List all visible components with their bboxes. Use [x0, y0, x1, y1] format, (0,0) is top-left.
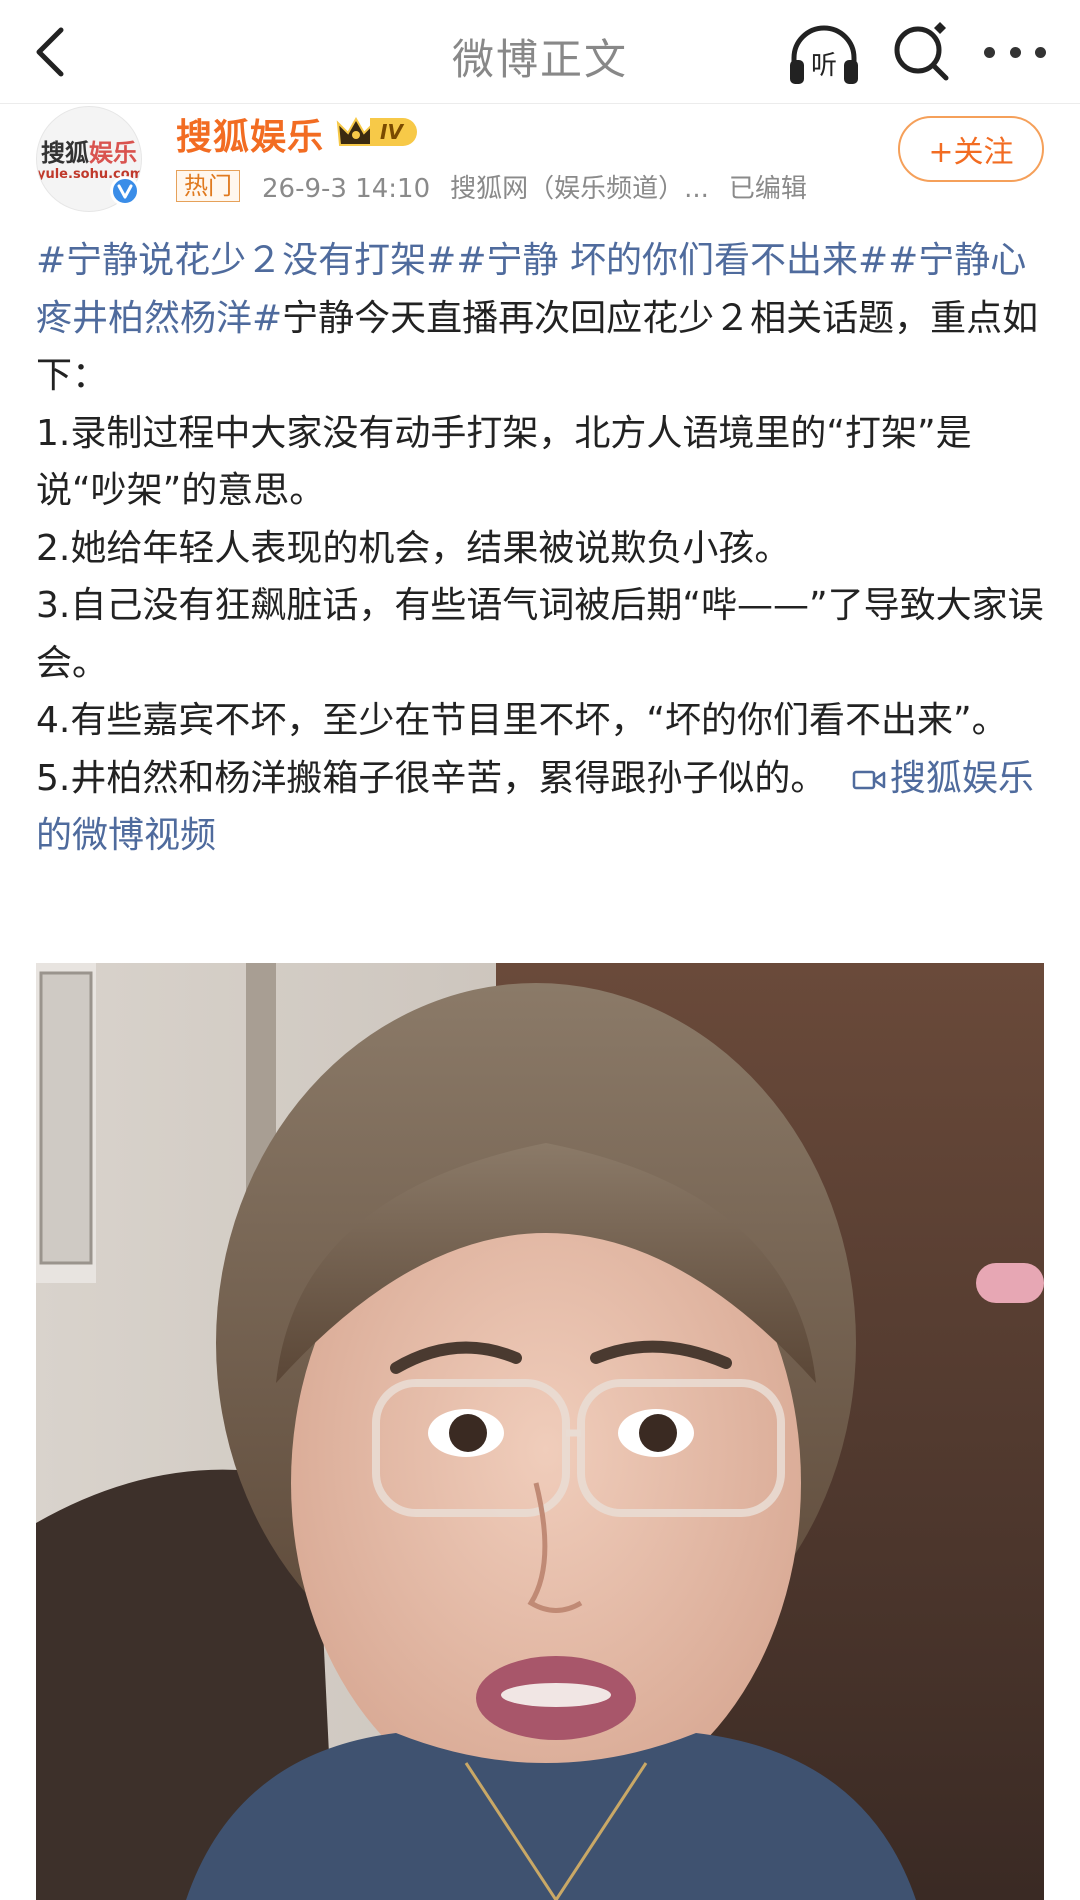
top-nav-bar: 微博正文 听: [0, 0, 1080, 104]
edited-label: 已编辑: [728, 174, 807, 204]
hot-tag: 热门: [176, 170, 240, 202]
hashtag-link[interactable]: #宁静说花少２没有打架#: [36, 240, 456, 281]
author-name[interactable]: 搜狐娱乐: [176, 108, 324, 160]
search-icon: [894, 22, 949, 81]
headphones-icon: 听: [790, 25, 858, 84]
video-frame-image: [36, 963, 1044, 1900]
post-point: 3.自己没有狂飙脏话，有些语气词被后期“哔——”了导致大家误会。: [36, 585, 1044, 684]
hashtag-link[interactable]: #宁静 坏的你们看不出来#: [456, 240, 888, 281]
post-point: 5.井柏然和杨洋搬箱子很辛苦，累得跟孙子似的。: [36, 757, 827, 799]
more-dot-icon: [1035, 46, 1046, 58]
more-dot-icon: [984, 46, 995, 58]
search-button[interactable]: [890, 20, 954, 84]
level-label: IV: [370, 118, 417, 146]
post-point: 2.她给年轻人表现的机会，结果被说欺负小孩。: [36, 527, 791, 569]
avatar-logo-text: 搜狐娱乐: [41, 139, 137, 167]
post-source: 搜狐网（娱乐频道）...: [450, 174, 709, 204]
post-text: #宁静说花少２没有打架##宁静 坏的你们看不出来##宁静心疼井柏然杨洋#宁静今天…: [36, 232, 1046, 865]
more-button[interactable]: [984, 30, 1046, 74]
post-meta: 26-9-3 14:10 搜狐网（娱乐频道）... 已编辑: [262, 168, 827, 205]
post-point: 1.录制过程中大家没有动手打架，北方人语境里的“打架”是说“吵架”的意思。: [36, 412, 972, 512]
video-player[interactable]: [36, 963, 1044, 1900]
post-date: 26-9-3 14:10: [262, 174, 431, 204]
listen-button[interactable]: 听: [786, 22, 862, 88]
more-dot-icon: [1009, 46, 1021, 58]
post-point: 4.有些嘉宾不坏，至少在节目里不坏，“坏的你们看不出来”。: [36, 700, 1008, 741]
video-camera-icon: [852, 770, 886, 789]
vip-level-badge: IV: [336, 114, 417, 150]
listen-label: 听: [811, 51, 837, 81]
follow-button[interactable]: +关注: [898, 116, 1044, 182]
verified-badge-icon: [110, 176, 140, 206]
